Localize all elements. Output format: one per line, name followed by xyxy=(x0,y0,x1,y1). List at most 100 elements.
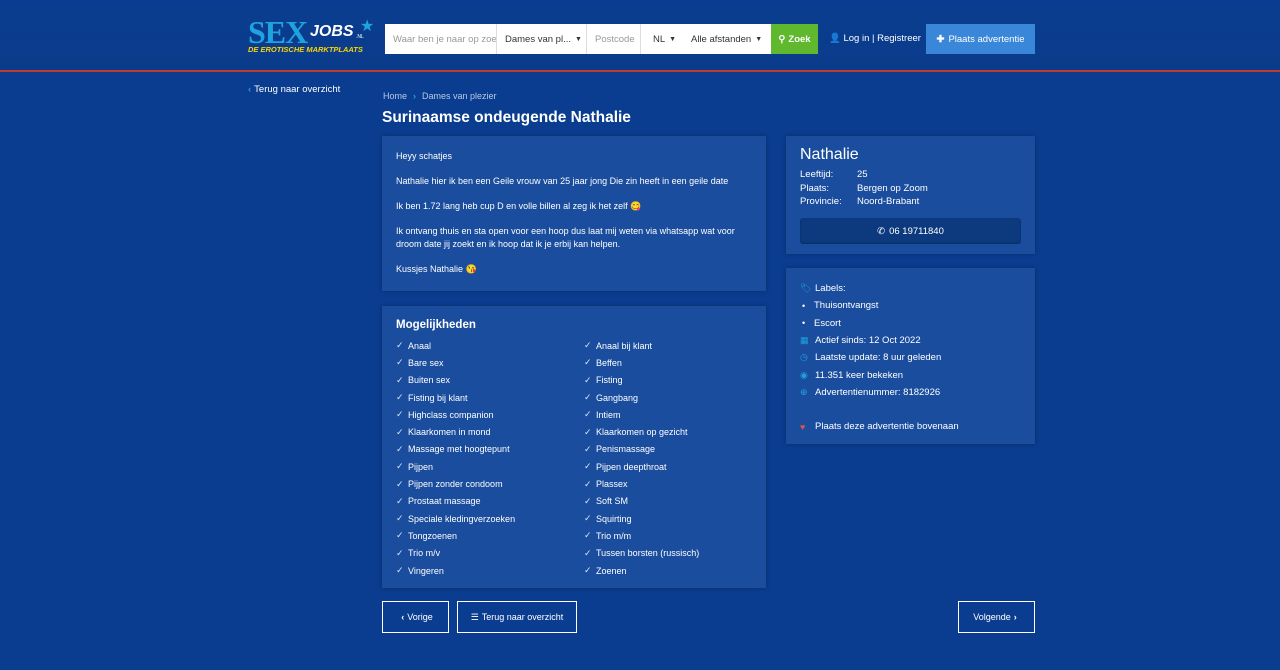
possibility-item: ✓ Buiten sex xyxy=(396,374,451,386)
check-icon: ✓ xyxy=(584,340,592,351)
province-row: Provincie: Noord-Brabant xyxy=(800,196,920,208)
possibility-item: ✓ Vingeren xyxy=(396,565,444,576)
check-icon: ✓ xyxy=(396,513,404,524)
age-row: Leeftijd: 25 xyxy=(800,169,868,181)
ad-number-row: ⊕ Advertentienummer: 8182926 xyxy=(800,386,941,398)
possibility-item: ✓ Bare sex xyxy=(396,357,444,368)
check-icon: ✓ xyxy=(584,443,592,454)
check-icon: ✓ xyxy=(584,547,592,558)
possibility-item: ✓ Anaal bij klant xyxy=(584,340,653,351)
possibilities-list: ✓ Anaal ✓ Anaal bij klant ✓ Bare sex ✓ Beffen ✓ B… xyxy=(396,337,752,579)
promote-ad-link[interactable]: ♥ Plaats deze advertentie bovenaan xyxy=(800,418,1021,435)
country-select[interactable]: NL ▼ xyxy=(641,24,677,54)
check-icon: ✓ xyxy=(584,357,592,368)
check-icon: ✓ xyxy=(396,357,404,368)
views-row: ◉ 11.351 keer bekeken xyxy=(800,369,904,381)
check-icon: ✓ xyxy=(396,461,404,472)
check-icon: ✓ xyxy=(584,461,592,472)
possibility-item: ✓ Anaal xyxy=(396,340,432,351)
eye-icon: ◉ xyxy=(800,369,808,380)
search-icon: ⚲ xyxy=(778,33,786,45)
possibility-item: ✓ Pijpen deepthroat xyxy=(584,461,667,472)
description-panel: Heyy schatjes Nathalie hier ik ben een G… xyxy=(382,136,766,291)
check-icon: ✓ xyxy=(584,426,592,437)
last-update-row: ◷ Laatste update: 8 uur geleden xyxy=(800,352,942,364)
login-link[interactable]: 👤 Log in | Registreer xyxy=(829,33,921,44)
search-button[interactable]: ⚲ Zoek xyxy=(771,24,818,54)
check-icon: ✓ xyxy=(396,530,404,541)
caret-down-icon: ▼ xyxy=(669,35,677,43)
description-paragraph: Kussjes Nathalie 😘 xyxy=(396,264,477,274)
possibility-item: ✓ Zoenen xyxy=(584,565,627,576)
place-ad-button[interactable]: ✚ Plaats advertentie xyxy=(926,24,1035,54)
postcode-input[interactable]: Postcode xyxy=(587,24,641,54)
label-item[interactable]: • Thuisontvangst xyxy=(800,297,1021,314)
check-icon: ✓ xyxy=(396,478,404,489)
possibilities-panel: Mogelijkheden ✓ Anaal ✓ Anaal bij klant ✓ Bar… xyxy=(382,306,766,588)
possibility-item: ✓ Beffen xyxy=(584,357,622,368)
next-button[interactable]: Volgende › xyxy=(958,601,1035,633)
possibility-item: ✓ Plassex xyxy=(584,478,628,490)
possibilities-heading: Mogelijkheden xyxy=(396,319,476,331)
possibility-item: ✓ Soft SM xyxy=(584,495,629,507)
description-paragraph: Nathalie hier ik ben een Geile vrouw van… xyxy=(396,176,729,186)
possibility-item: ✓ Gangbang xyxy=(584,392,639,403)
chevron-left-icon: ‹ xyxy=(401,612,405,622)
tags-icon: 🏷 xyxy=(800,283,812,294)
chevron-right-icon: › xyxy=(1013,612,1017,622)
check-icon: ✓ xyxy=(584,513,592,524)
info-panel: 🏷 Labels: • Thuisontvangst • Escort ▦ Actief… xyxy=(786,268,1035,444)
plus-icon: ✚ xyxy=(936,33,945,45)
back-to-overview-button[interactable]: ☰ Terug naar overzicht xyxy=(457,601,577,633)
check-icon: ✓ xyxy=(584,565,592,575)
possibility-item: ✓ Highclass companion xyxy=(396,409,494,420)
check-icon: ✓ xyxy=(396,392,404,403)
possibility-item: ✓ Tongzoenen xyxy=(396,530,458,541)
possibility-item: ✓ Fisting bij klant xyxy=(396,392,468,403)
caret-down-icon: ▼ xyxy=(575,35,582,43)
possibility-item: ✓ Massage met hoogtepunt xyxy=(396,443,510,455)
user-icon: 👤 xyxy=(829,33,841,44)
search-bar: Waar ben je naar op zoek Dames van pl...… xyxy=(385,24,771,54)
check-icon: ✓ xyxy=(396,426,404,437)
possibility-item: ✓ Trio m/v xyxy=(396,547,441,559)
description-paragraph: Ik ben 1.72 lang heb cup D en volle bill… xyxy=(396,201,642,211)
previous-button[interactable]: ‹ Vorige xyxy=(382,601,449,633)
clock-icon: ◷ xyxy=(800,352,808,363)
breadcrumb-category[interactable]: Dames van plezier xyxy=(422,91,497,101)
possibility-item: ✓ Fisting xyxy=(584,374,623,386)
check-icon: ✓ xyxy=(396,374,404,385)
labels-row: 🏷 Labels: xyxy=(800,283,846,295)
chevron-left-icon: ‹ xyxy=(248,84,252,95)
site-logo[interactable]: SEX JOBS .NL ★ DE EROTISCHE MARKTPLAATS xyxy=(248,14,376,56)
label-item[interactable]: • Escort xyxy=(800,315,1021,332)
possibility-item: ✓ Prostaat massage xyxy=(396,495,481,507)
breadcrumb-home[interactable]: Home xyxy=(383,91,407,101)
page-title: Surinaamse ondeugende Nathalie xyxy=(382,109,631,126)
distance-select[interactable]: Alle afstanden ▼ xyxy=(677,24,771,54)
caret-down-icon: ▼ xyxy=(755,35,763,43)
chevron-right-icon: › xyxy=(413,91,417,101)
active-since-row: ▦ Actief sinds: 12 Oct 2022 xyxy=(800,335,921,347)
check-icon: ✓ xyxy=(584,409,592,420)
possibility-item: ✓ Squirting xyxy=(584,513,632,524)
logo-tagline: DE EROTISCHE MARKTPLAATS xyxy=(248,45,363,54)
top-header: SEX JOBS .NL ★ DE EROTISCHE MARKTPLAATS … xyxy=(0,0,1280,72)
possibility-item: ✓ Trio m/m xyxy=(584,530,632,541)
search-input[interactable]: Waar ben je naar op zoek xyxy=(385,24,497,54)
possibility-item: ✓ Penismassage xyxy=(584,443,656,455)
check-icon: ✓ xyxy=(396,495,404,506)
breadcrumb: Home › Dames van plezier xyxy=(383,91,497,101)
star-icon: ★ xyxy=(360,18,375,35)
city-row: Plaats: Bergen op Zoom xyxy=(800,182,928,194)
profile-name: Nathalie xyxy=(800,146,859,163)
check-icon: ✓ xyxy=(584,495,592,506)
phone-button[interactable]: ✆ 06 19711840 xyxy=(800,218,1021,244)
calendar-icon: ▦ xyxy=(800,335,809,346)
check-icon: ✓ xyxy=(396,547,404,558)
description-paragraph: Ik ontvang thuis en sta open voor een ho… xyxy=(396,226,735,249)
check-icon: ✓ xyxy=(584,478,592,489)
category-select[interactable]: Dames van pl... ▼ xyxy=(497,24,587,54)
check-icon: ✓ xyxy=(396,340,404,351)
back-to-overview-link[interactable]: ‹ Terug naar overzicht xyxy=(248,84,340,95)
